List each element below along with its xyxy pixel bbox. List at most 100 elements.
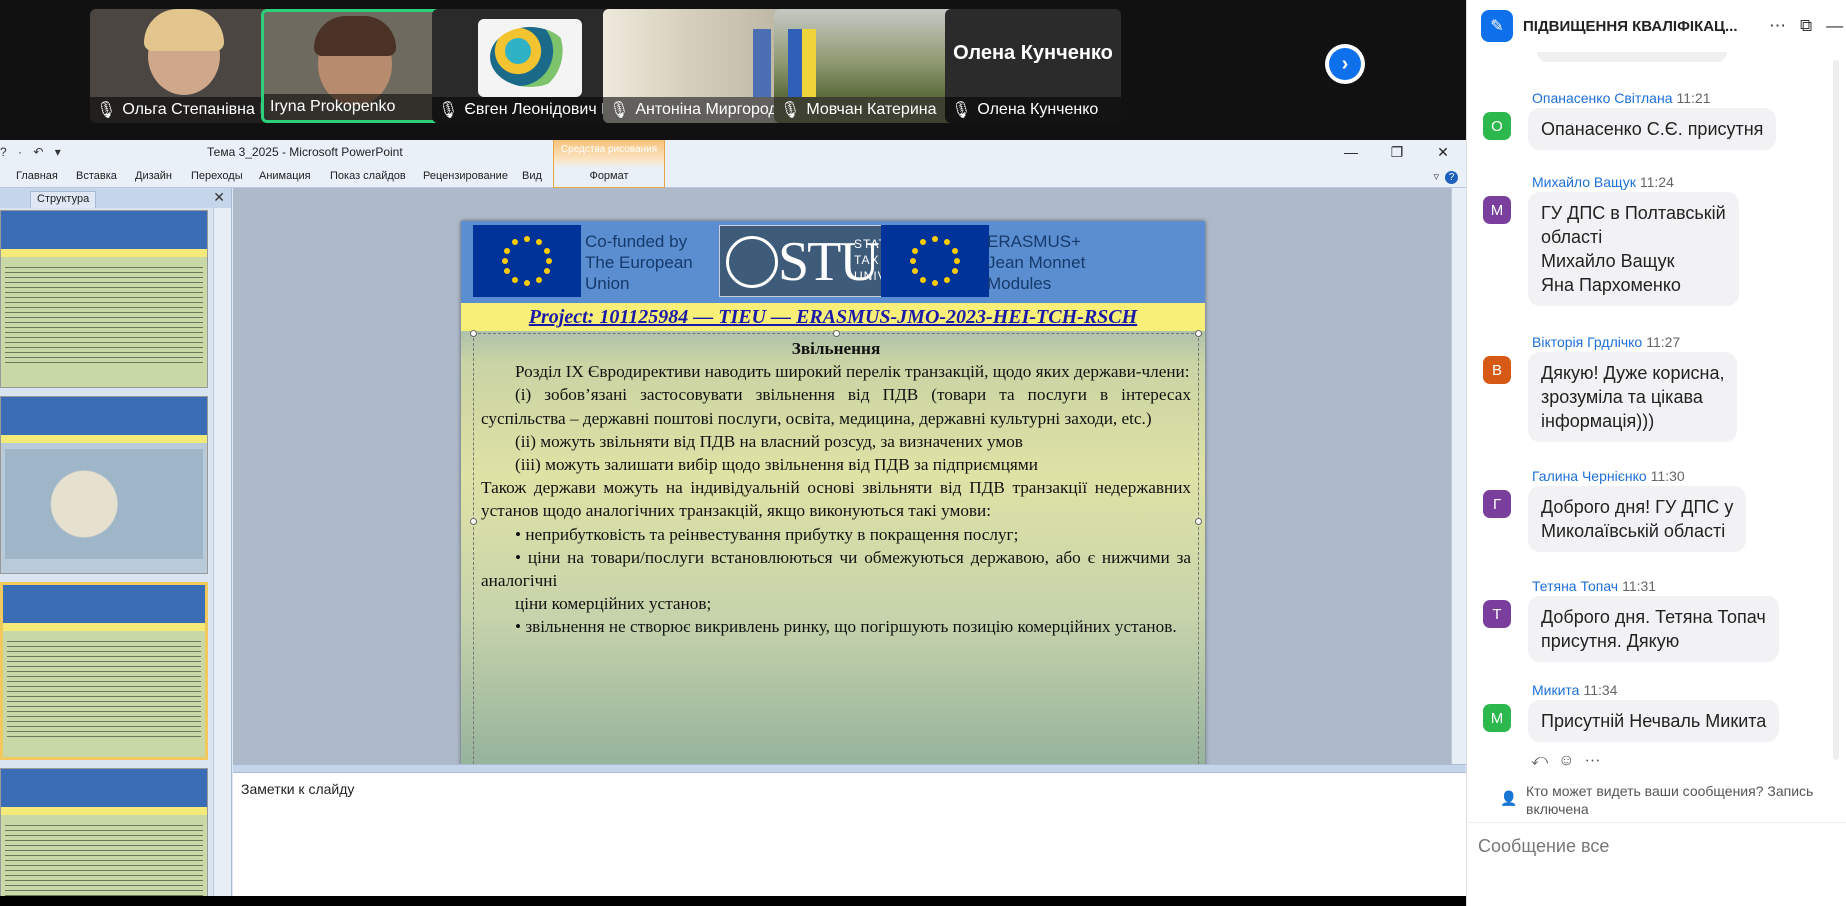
message-bubble[interactable]: Опанасенко С.Є. присутня bbox=[1528, 108, 1777, 150]
message-bubble[interactable]: Доброго дня. Тетяна Топач присутня. Дяку… bbox=[1528, 596, 1779, 662]
window-controls: — ❐ ✕ bbox=[1328, 140, 1466, 164]
avatar: Г bbox=[1483, 490, 1511, 518]
project-bar: Project: 101125984 — TIEU — ERASMUS-JMO-… bbox=[461, 303, 1205, 331]
tab-home[interactable]: Главная bbox=[16, 170, 58, 182]
minimize-icon[interactable]: — bbox=[1826, 16, 1843, 36]
sender-name[interactable]: Михайло Ващук bbox=[1532, 174, 1636, 190]
tile-nameplate: 🎙 Мовчан Катерина bbox=[774, 97, 970, 123]
project-link[interactable]: Project: 101125984 — TIEU — ERASMUS-JMO-… bbox=[529, 306, 1137, 328]
message-bubble[interactable]: ГУ ДПС в Полтавській області Михайло Ващ… bbox=[1528, 192, 1739, 306]
tab-review[interactable]: Рецензирование bbox=[423, 170, 508, 182]
video-tile-3[interactable]: 🎙 Євген Леонідович Ба... bbox=[432, 9, 628, 123]
tab-slideshow[interactable]: Показ слайдов bbox=[330, 170, 406, 182]
tab-transitions[interactable]: Переходы bbox=[191, 170, 243, 182]
participant-name: Мовчан Катерина bbox=[806, 101, 937, 118]
slide-editor: Co-funded by The European Union STU STAT… bbox=[233, 188, 1451, 787]
slide-thumbnail-selected[interactable] bbox=[0, 582, 208, 760]
tab-insert[interactable]: Вставка bbox=[76, 170, 117, 182]
screen: 🎙 Ольга Степанівна Іван... Iryna Prokopen… bbox=[0, 0, 1846, 906]
tab-outline[interactable]: Структура bbox=[30, 191, 97, 208]
mic-off-icon: 🎙 bbox=[780, 102, 801, 119]
next-page-button[interactable]: › bbox=[1325, 44, 1365, 84]
chat-composer bbox=[1466, 822, 1846, 906]
ribbon-collapse-icon[interactable]: ▿ bbox=[1433, 171, 1439, 183]
title-bar: ? · ↶ ▾ Тема 3_2025 - Microsoft PowerPoi… bbox=[0, 140, 1466, 164]
window-title: Тема 3_2025 - Microsoft PowerPoint bbox=[207, 145, 403, 159]
video-tile-1[interactable]: 🎙 Ольга Степанівна Іван... bbox=[90, 9, 286, 123]
restore-button[interactable]: ❐ bbox=[1374, 140, 1420, 164]
ribbon-tabs: Главная Вставка Дизайн Переходы Анимация… bbox=[0, 164, 1466, 188]
video-strip: 🎙 Ольга Степанівна Іван... Iryna Prokopen… bbox=[0, 0, 1466, 140]
flag-decor bbox=[753, 29, 771, 97]
message-time: 11:34 bbox=[1583, 682, 1618, 698]
reply-icon[interactable]: ⤺ bbox=[1531, 752, 1558, 769]
more-icon[interactable]: ⋯ bbox=[1584, 752, 1610, 769]
tile-nameplate: 🎙 Євген Леонідович Ба... bbox=[432, 97, 628, 123]
context-tab-group: Средства рисования Формат bbox=[553, 140, 665, 188]
quick-access-toolbar[interactable]: ? · ↶ ▾ bbox=[0, 145, 65, 159]
privacy-text[interactable]: Кто может видеть ваши сообщения? Запись … bbox=[1526, 782, 1826, 818]
tab-design[interactable]: Дизайн bbox=[135, 170, 172, 182]
avatar: М bbox=[1483, 704, 1511, 732]
avatar: Т bbox=[1483, 600, 1511, 628]
chat-title: ПІДВИЩЕННЯ КВАЛІФІКАЦ... bbox=[1523, 17, 1738, 35]
tab-view[interactable]: Вид bbox=[522, 170, 542, 182]
video-tile-2[interactable]: Iryna Prokopenko bbox=[261, 9, 457, 123]
more-icon[interactable]: ⋯ bbox=[1769, 16, 1786, 36]
message-bubble[interactable]: Дякую! Дуже корисна, зрозуміла та цікава… bbox=[1528, 352, 1738, 442]
video-tile-4[interactable]: 🎙 Антоніна Миргородсь... bbox=[603, 9, 799, 123]
notes-pane[interactable]: Заметки к слайду bbox=[233, 772, 1466, 896]
notes-splitter[interactable] bbox=[233, 764, 1466, 772]
resize-handle[interactable] bbox=[1195, 330, 1202, 337]
tab-animation[interactable]: Анимация bbox=[259, 170, 311, 182]
notes-placeholder: Заметки к слайду bbox=[241, 781, 355, 797]
slide-thumbnail[interactable] bbox=[0, 396, 208, 574]
resize-handle[interactable] bbox=[833, 330, 840, 337]
participant-name: Олена Кунченко bbox=[977, 101, 1099, 118]
mic-off-icon: 🎙 bbox=[438, 102, 459, 119]
resize-handle[interactable] bbox=[1195, 518, 1202, 525]
sender-name[interactable]: Вікторія Грдлічко bbox=[1532, 334, 1642, 350]
chat-scrollbar[interactable] bbox=[1833, 60, 1839, 760]
participant-hair bbox=[314, 16, 396, 56]
slides-panel: Структура ✕ bbox=[0, 188, 232, 896]
popout-icon[interactable]: ⧉ bbox=[1800, 16, 1812, 36]
mic-off-icon: 🎙 bbox=[96, 102, 117, 119]
message-bubble[interactable]: Присутній Нечваль Микита bbox=[1528, 700, 1780, 742]
slide-body-text[interactable]: Звільнення Розділ IX Євродирективи навод… bbox=[481, 337, 1191, 639]
resize-handle[interactable] bbox=[470, 518, 477, 525]
close-button[interactable]: ✕ bbox=[1420, 140, 1466, 164]
panel-tabs: Структура ✕ bbox=[0, 188, 231, 208]
flag-decor bbox=[788, 29, 802, 97]
sender-name[interactable]: Тетяна Топач bbox=[1532, 578, 1618, 594]
participant-avatar-image bbox=[478, 19, 582, 97]
tile-nameplate: 🎙 Олена Кунченко bbox=[945, 97, 1121, 123]
minimize-button[interactable]: — bbox=[1328, 140, 1374, 164]
message-input[interactable] bbox=[1478, 831, 1828, 861]
sender-name[interactable]: Опанасенко Світлана bbox=[1532, 90, 1673, 106]
flag-decor bbox=[802, 29, 816, 97]
cofunded-text: Co-funded by The European Union bbox=[585, 232, 693, 293]
message-bubble[interactable]: Доброго дня! ГУ ДПС у Миколаївській обла… bbox=[1528, 486, 1747, 552]
tab-format[interactable]: Формат bbox=[554, 170, 664, 182]
panel-close-icon[interactable]: ✕ bbox=[213, 189, 225, 206]
slide-heading: Звільнення bbox=[791, 339, 881, 358]
erasmus-text: ERASMUS+ Jean Monnet Modules bbox=[987, 232, 1086, 293]
video-tile-5[interactable]: 🎙 Мовчан Катерина bbox=[774, 9, 970, 123]
message-actions: ⤺☺⋯ bbox=[1531, 752, 1610, 770]
editor-scrollbar[interactable] bbox=[1451, 188, 1466, 764]
avatar: В bbox=[1483, 356, 1511, 384]
chat-header: ✎ ПІДВИЩЕННЯ КВАЛІФІКАЦ... ⋯ ⧉ — bbox=[1467, 0, 1846, 52]
slide-bullet: ціни комерційних установ; bbox=[515, 594, 712, 614]
participant-big-name: Олена Кунченко bbox=[953, 41, 1113, 64]
slide-thumbnail[interactable] bbox=[0, 768, 208, 896]
sender-name[interactable]: Микита bbox=[1532, 682, 1579, 698]
help-icon[interactable]: ? bbox=[1445, 171, 1458, 184]
sender-name[interactable]: Галина Чернієнко bbox=[1532, 468, 1647, 484]
resize-handle[interactable] bbox=[470, 330, 477, 337]
video-tile-6[interactable]: Олена Кунченко 🎙 Олена Кунченко bbox=[945, 9, 1121, 123]
message-meta: Тетяна Топач 11:31 bbox=[1532, 578, 1656, 594]
panel-scrollbar[interactable] bbox=[213, 208, 231, 896]
slide-thumbnail[interactable] bbox=[0, 210, 208, 388]
emoji-icon[interactable]: ☺ bbox=[1558, 752, 1584, 769]
